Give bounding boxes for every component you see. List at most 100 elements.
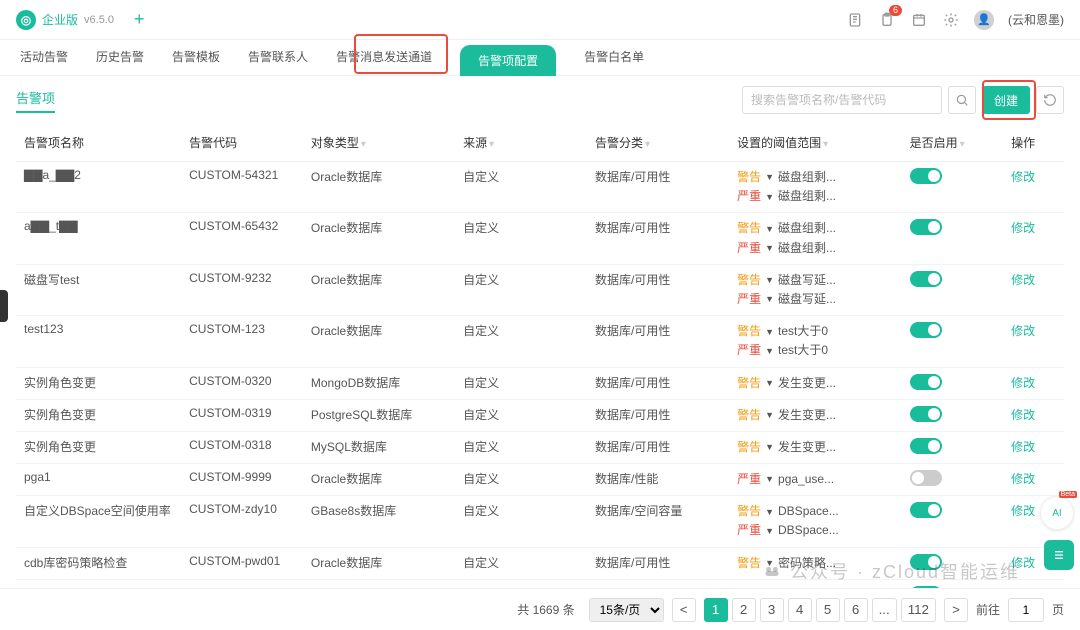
cell-name: ▇▇a_▇▇2 [16,162,181,213]
caret-down-icon[interactable]: ▼ [765,325,774,339]
enable-toggle[interactable] [910,322,942,338]
caret-down-icon[interactable]: ▼ [765,222,774,236]
page-button[interactable]: 2 [732,598,756,622]
cell-type: MySQL数据库 [303,431,455,463]
caret-down-icon[interactable]: ▼ [765,505,774,519]
page-button[interactable]: 112 [901,598,936,622]
page-button[interactable]: 5 [816,598,840,622]
caret-down-icon[interactable]: ▼ [765,524,774,538]
cell-type: MongoDB数据库 [303,367,455,399]
tab-3[interactable]: 告警联系人 [248,48,308,75]
enable-toggle[interactable] [910,406,942,422]
prev-page-button[interactable]: < [672,598,696,622]
caret-down-icon[interactable]: ▼ [765,273,774,287]
threshold-text: 发生变更... [778,406,836,425]
caret-down-icon[interactable]: ▼ [765,344,774,358]
severity-label: 警告 [737,502,761,521]
edit-link[interactable]: 修改 [1011,324,1035,338]
page-button[interactable]: 4 [788,598,812,622]
user-name[interactable]: (云和恩墨) [1008,11,1064,28]
enable-toggle[interactable] [910,271,942,287]
cell-enabled [902,162,1003,213]
threshold-text: 密码策略... [778,554,836,573]
page-button[interactable]: 3 [760,598,784,622]
add-button[interactable]: + [128,9,151,30]
tab-4[interactable]: 告警消息发送通道 [336,48,432,75]
enable-toggle[interactable] [910,470,942,486]
filter-icon[interactable]: ▾ [361,139,366,150]
cell-type: Oracle数据库 [303,162,455,213]
table-row: pga1 CUSTOM-9999 Oracle数据库 自定义 数据库/性能 严重… [16,464,1064,496]
edit-link[interactable]: 修改 [1011,221,1035,235]
filter-icon[interactable]: ▾ [489,139,494,150]
tab-6[interactable]: 告警白名单 [584,48,644,75]
enable-toggle[interactable] [910,374,942,390]
enable-toggle[interactable] [910,502,942,518]
col-source: 来源▾ [455,124,587,162]
goto-prefix: 前往 [976,601,1000,618]
edit-link[interactable]: 修改 [1011,408,1035,422]
next-page-button[interactable]: > [944,598,968,622]
cell-type: Oracle数据库 [303,464,455,496]
doc-icon[interactable] [846,11,864,29]
refresh-button[interactable] [1036,86,1064,114]
caret-down-icon[interactable]: ▼ [765,241,774,255]
cell-type: PostgreSQL数据库 [303,399,455,431]
enable-toggle[interactable] [910,554,942,570]
table-row: 实例角色变更 CUSTOM-0319 PostgreSQL数据库 自定义 数据库… [16,399,1064,431]
cell-threshold: 警告▼磁盘组剩...严重▼磁盘组剩... [729,162,902,213]
search-input[interactable] [742,86,942,114]
search-button[interactable] [948,86,976,114]
edit-link[interactable]: 修改 [1011,440,1035,454]
filter-icon[interactable]: ▾ [960,139,965,150]
threshold-text: 发生变更... [778,374,836,393]
edit-link[interactable]: 修改 [1011,556,1035,570]
caret-down-icon[interactable]: ▼ [765,440,774,454]
gear-icon[interactable] [942,11,960,29]
tab-5[interactable]: 告警项配置 [460,45,556,76]
threshold-text: 发生变更... [778,438,836,457]
caret-down-icon[interactable]: ▼ [765,170,774,184]
user-avatar-icon[interactable]: 👤 [974,10,994,30]
edit-link[interactable]: 修改 [1011,170,1035,184]
tab-1[interactable]: 历史告警 [96,48,144,75]
tab-0[interactable]: 活动告警 [20,48,68,75]
goto-page-input[interactable] [1008,598,1044,622]
severity-label: 严重 [737,187,761,206]
page-button[interactable]: 1 [704,598,728,622]
filter-icon[interactable]: ▾ [823,139,828,150]
clipboard-icon[interactable]: 6 [878,11,896,29]
edit-link[interactable]: 修改 [1011,472,1035,486]
cell-source: 自定义 [455,496,587,547]
calendar-icon[interactable] [910,11,928,29]
cell-type: GBase8s数据库 [303,496,455,547]
float-menu-button[interactable] [1044,540,1074,570]
goto-suffix: 页 [1052,601,1064,618]
cell-type: Oracle数据库 [303,213,455,264]
edit-link[interactable]: 修改 [1011,376,1035,390]
tab-2[interactable]: 告警模板 [172,48,220,75]
filter-icon[interactable]: ▾ [645,139,650,150]
cell-code: CUSTOM-54321 [181,162,303,213]
edit-link[interactable]: 修改 [1011,273,1035,287]
cell-code: CUSTOM-0318 [181,431,303,463]
page-button[interactable]: ... [872,598,897,622]
caret-down-icon[interactable]: ▼ [765,556,774,570]
page-size-select[interactable]: 15条/页 [589,598,664,622]
cell-name: 实例角色变更 [16,399,181,431]
edit-link[interactable]: 修改 [1011,504,1035,518]
enable-toggle[interactable] [910,168,942,184]
caret-down-icon[interactable]: ▼ [765,408,774,422]
enable-toggle[interactable] [910,438,942,454]
cell-threshold: 警告▼发生变更... [729,431,902,463]
caret-down-icon[interactable]: ▼ [765,292,774,306]
caret-down-icon[interactable]: ▼ [765,376,774,390]
caret-down-icon[interactable]: ▼ [765,472,774,486]
cell-code: CUSTOM-123 [181,316,303,367]
enable-toggle[interactable] [910,219,942,235]
caret-down-icon[interactable]: ▼ [765,190,774,204]
ai-assistant-button[interactable]: AIBeta [1040,496,1074,530]
side-drawer-handle[interactable] [0,290,8,322]
page-button[interactable]: 6 [844,598,868,622]
create-button[interactable]: 创建 [982,86,1030,114]
